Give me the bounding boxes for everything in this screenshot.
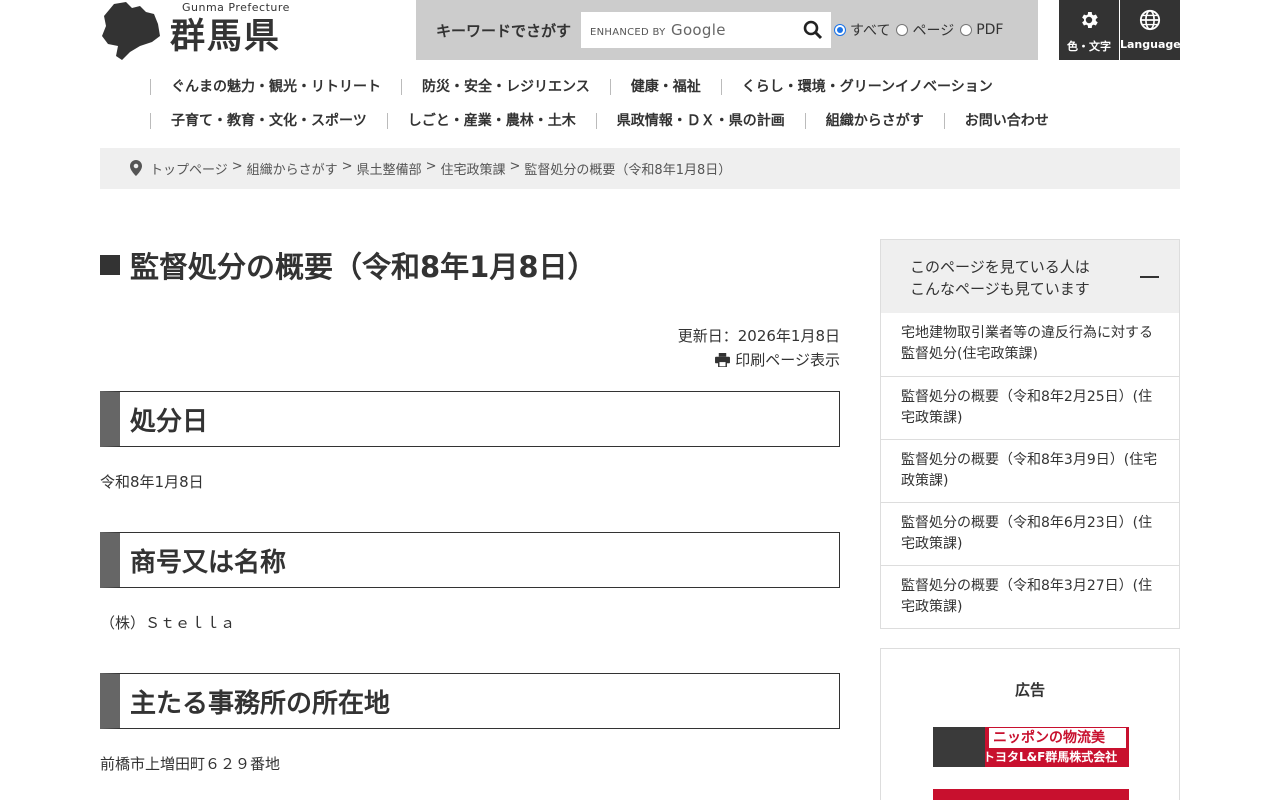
related-pages-panel: このページを見ている人は こんなページも見ています 宅地建物取引業者等の違反行為… [880,239,1180,629]
related-link[interactable]: 監督処分の概要（令和8年2月25日）(住宅政策課) [881,376,1179,439]
section-heading-name: 商号又は名称 [100,532,840,588]
radio-all[interactable]: すべて [834,20,890,40]
ad-title: 広告 [1014,681,1045,699]
breadcrumb-separator: > [509,159,521,174]
logo-japanese: 群馬県 [170,16,282,57]
ad-panel: 広告 ニッポンの物流美 トヨタL&F群馬株式会社 [880,648,1180,800]
section-body-name: （株）Ｓｔｅｌｌａ [100,614,236,632]
breadcrumb-separator: > [231,159,243,174]
search-scope-options: すべて ページ PDF [834,20,1009,40]
global-nav-row-1: ぐんまの魅力・観光・リトリート 防災・安全・レジリエンス 健康・福祉 くらし・環… [150,79,1150,95]
gear-icon [1082,12,1098,28]
nav-item-work[interactable]: しごと・産業・農林・土木 [386,113,596,129]
related-pages-header[interactable]: このページを見ている人は こんなページも見ています [881,240,1179,313]
nav-item-organization[interactable]: 組織からさがす [804,113,944,129]
site-logo[interactable]: Gunma Prefecture 群馬県 [100,0,300,62]
search-icon[interactable] [803,20,823,40]
nav-item-contact[interactable]: お問い合わせ [943,113,1069,129]
collapse-icon[interactable] [1140,276,1159,278]
location-pin-icon [130,160,142,176]
search-brand: ENHANCED BY Google [590,21,726,39]
global-nav-row-2: 子育て・教育・文化・スポーツ しごと・産業・農林・土木 県政情報・ＤＸ・県の計画… [150,113,1150,129]
breadcrumb-organization[interactable]: 組織からさがす [247,159,338,178]
search-input[interactable]: ENHANCED BY Google [581,12,831,48]
nav-item-education[interactable]: 子育て・教育・文化・スポーツ [150,113,387,129]
print-link[interactable]: 印刷ページ表示 [715,349,840,370]
section-body-address: 前橋市上増田町６２９番地 [100,755,281,773]
section-body-date: 令和8年1月8日 [100,473,204,491]
title-marker [100,255,120,275]
related-link[interactable]: 監督処分の概要（令和8年6月23日）(住宅政策課) [881,502,1179,565]
radio-button-icon[interactable] [834,24,846,36]
related-link[interactable]: 監督処分の概要（令和8年3月9日）(住宅政策課) [881,439,1179,502]
breadcrumb-separator: > [341,159,353,174]
nav-item-government[interactable]: 県政情報・ＤＸ・県の計画 [595,113,805,129]
breadcrumb-top[interactable]: トップページ [150,159,228,178]
color-text-button[interactable]: 色・文字 [1059,0,1119,60]
breadcrumb-division[interactable]: 住宅政策課 [441,159,506,178]
globe-icon [1139,9,1161,31]
radio-page[interactable]: ページ [896,20,954,40]
radio-button-icon[interactable] [896,24,909,36]
breadcrumb: トップページ > 組織からさがす > 県土整備部 > 住宅政策課 > 監督処分の概要（令… [100,148,1180,189]
ad-banner-toyota[interactable]: ニッポンの物流美 トヨタL&F群馬株式会社 [933,727,1129,767]
ad-banner-image [933,727,985,767]
language-button[interactable]: Language [1120,0,1181,60]
nav-item-living[interactable]: くらし・環境・グリーンイノベーション [720,79,1013,95]
breadcrumb-department[interactable]: 県土整備部 [357,159,422,178]
section-heading-date: 処分日 [100,391,840,447]
related-link[interactable]: 監督処分の概要（令和8年3月27日）(住宅政策課) [881,565,1179,628]
section-heading-address: 主たる事務所の所在地 [100,673,840,729]
search-label: キーワードでさがす [436,22,572,40]
related-link[interactable]: 宅地建物取引業者等の違反行為に対する監督処分(住宅政策課) [881,313,1179,376]
updated-date: 更新日：2026年1月8日 [677,327,840,345]
printer-icon [715,352,731,367]
breadcrumb-current: 監督処分の概要（令和8年1月8日） [524,163,732,178]
logo-english: Gunma Prefecture [182,1,290,14]
nav-item-attractions[interactable]: ぐんまの魅力・観光・リトリート [150,79,401,95]
nav-item-health[interactable]: 健康・福祉 [609,79,721,95]
breadcrumb-separator: > [425,159,437,174]
search-area: キーワードでさがす ENHANCED BY Google すべて ページ PDF [416,0,1038,60]
gunma-map-icon [102,2,160,60]
radio-button-icon[interactable] [960,24,973,36]
nav-item-safety[interactable]: 防災・安全・レジリエンス [401,79,610,95]
ad-banner-second[interactable] [933,789,1129,800]
page-title: 監督処分の概要（令和8年1月8日） [130,250,597,284]
radio-pdf[interactable]: PDF [960,22,1003,38]
